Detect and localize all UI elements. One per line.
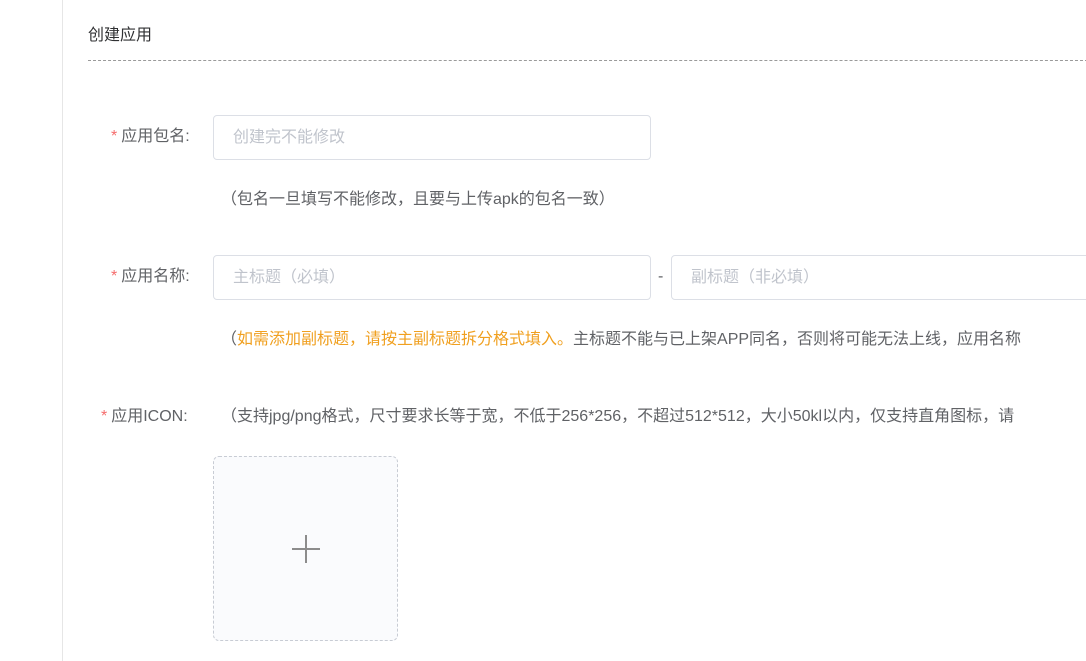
app-name-hint-warning: 如需添加副标题，请按主副标题拆分格式填入。 [237, 331, 574, 348]
plus-icon [292, 535, 320, 563]
app-name-hint: （如需添加副标题，请按主副标题拆分格式填入。主标题不能与已上架APP同名，否则将… [221, 328, 1021, 352]
title-separator: - [658, 268, 664, 285]
app-name-label-text: 应用名称: [121, 268, 190, 285]
required-mark: * [101, 408, 108, 425]
app-icon-hint: （支持jpg/png格式，尺寸要求长等于宽，不低于256*256，不超过512*… [221, 408, 1015, 425]
required-mark: * [111, 128, 118, 145]
package-name-label: * 应用包名: [111, 125, 190, 149]
sub-title-input[interactable]: 副标题（非必填） [671, 255, 1086, 300]
package-name-hint: （包名一旦填写不能修改，且要与上传apk的包名一致） [221, 191, 615, 208]
app-name-label: * 应用名称: [111, 265, 190, 289]
left-sidebar-gutter [0, 0, 63, 661]
app-icon-label: * 应用ICON: [101, 405, 188, 429]
package-name-label-text: 应用包名: [121, 128, 190, 145]
required-mark: * [111, 268, 118, 285]
main-title-input[interactable]: 主标题（必填） [213, 255, 651, 300]
app-name-hint-rest: 主标题不能与已上架APP同名，否则将可能无法上线，应用名称 [573, 331, 1022, 348]
main-title-placeholder: 主标题（必填） [233, 269, 346, 286]
app-icon-label-text: 应用ICON: [111, 408, 188, 425]
section-title: 创建应用 [88, 27, 153, 44]
package-name-input[interactable]: 创建完不能修改 [213, 115, 651, 160]
package-name-placeholder: 创建完不能修改 [233, 129, 346, 146]
icon-upload-box[interactable] [213, 456, 398, 641]
create-app-panel: 创建应用 * 应用包名: 创建完不能修改 （包名一旦填写不能修改，且要与上传apk… [63, 0, 1086, 661]
sub-title-placeholder: 副标题（非必填） [691, 269, 820, 286]
app-name-hint-open: （ [221, 331, 238, 348]
section-divider [88, 60, 1086, 61]
